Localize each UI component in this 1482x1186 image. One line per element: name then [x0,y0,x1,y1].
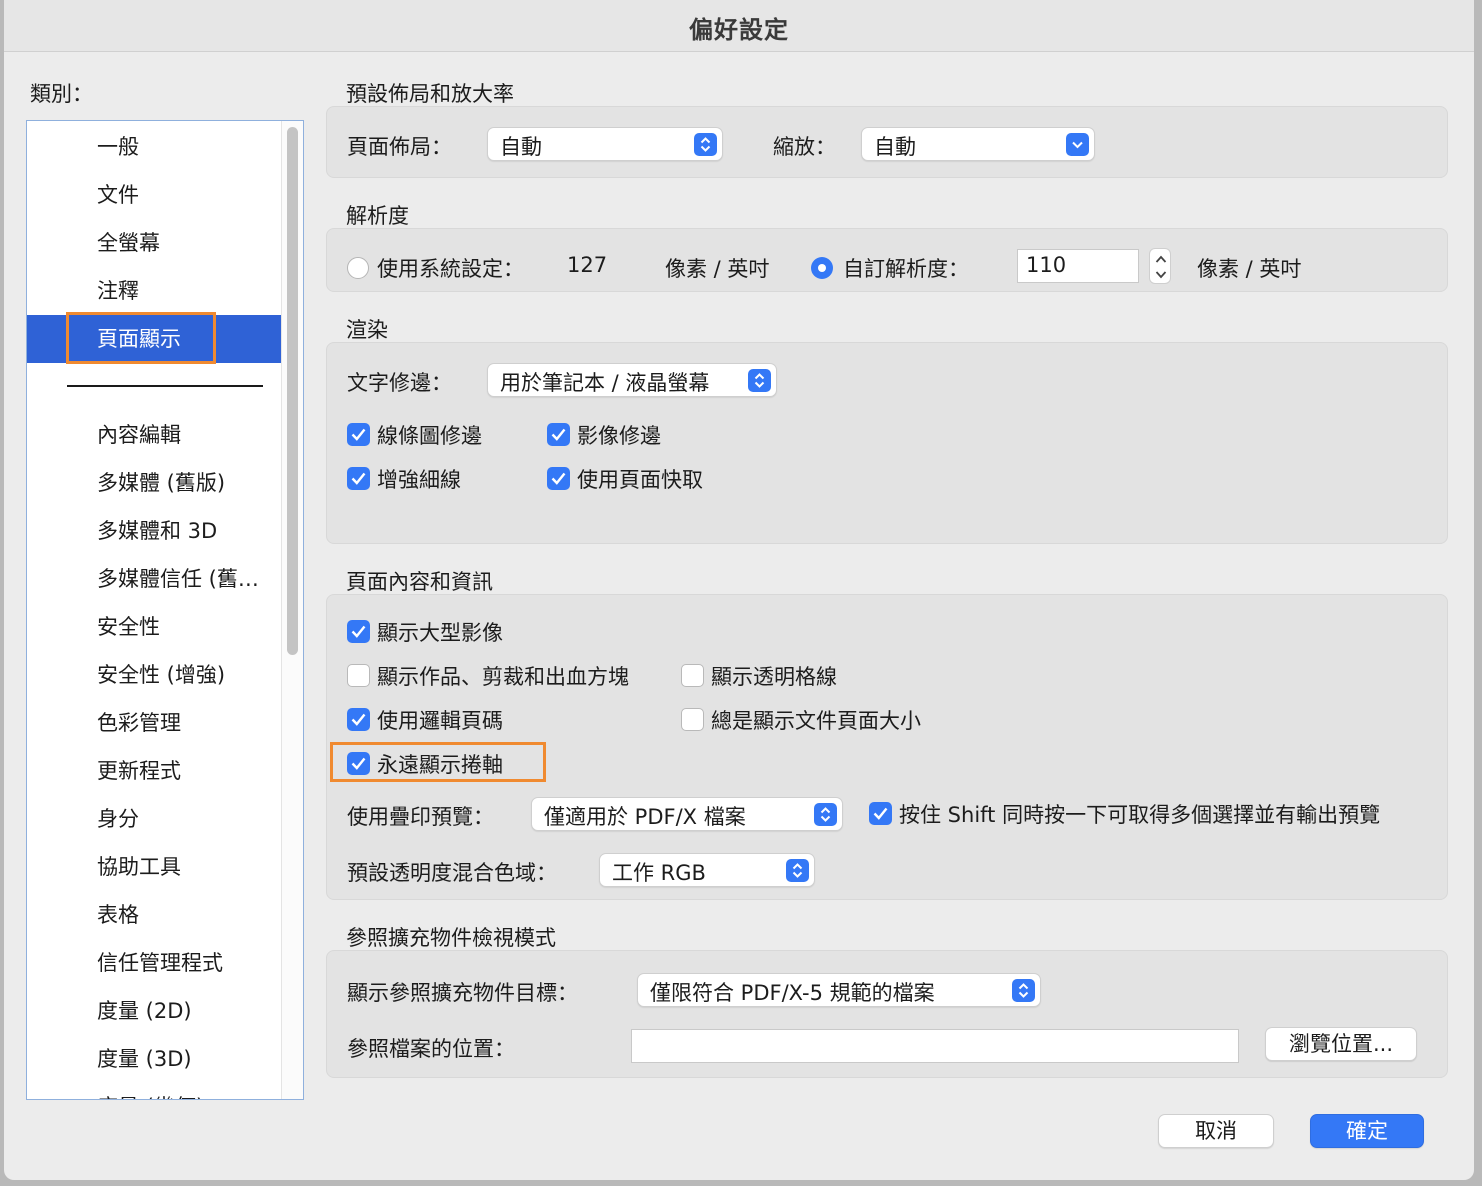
page-layout-popup[interactable]: 自動 [487,127,723,161]
category-item[interactable]: 多媒體 (舊版) [27,459,281,507]
show-transparency-grid-label: 顯示透明格線 [711,665,837,689]
updown-arrows-icon [1012,979,1035,1002]
category-item[interactable]: 身分 [27,795,281,843]
category-item[interactable]: 多媒體和 3D [27,507,281,555]
zoom-label: 縮放： [773,135,836,159]
resolution-stepper[interactable] [1149,248,1171,284]
section-title-layout: 預設佈局和放大率 [346,82,514,106]
show-large-images-label: 顯示大型影像 [377,621,503,645]
show-large-images-checkbox[interactable] [347,620,370,643]
transparency-blend-popup[interactable]: 工作 RGB [599,853,815,887]
group-resolution: 使用系統設定： 127 像素 / 英吋 自訂解析度： 110 像素 / 英吋 [326,228,1448,292]
category-item[interactable]: 更新程式 [27,747,281,795]
popup-value: 工作 RGB [612,861,706,885]
smooth-line-art-checkbox[interactable] [347,423,370,446]
categories-label: 類別： [30,82,93,106]
smooth-images-checkbox[interactable] [547,423,570,446]
system-resolution-radio[interactable] [347,257,369,279]
category-item[interactable]: 內容編輯 [27,411,281,459]
category-item[interactable]: 度量 (2D) [27,987,281,1035]
section-title-page-content: 頁面內容和資訊 [346,570,493,594]
always-show-page-size-label: 總是顯示文件頁面大小 [711,709,921,733]
category-divider [67,385,263,387]
system-resolution-unit: 像素 / 英吋 [665,257,770,281]
category-item[interactable]: 一般 [27,123,281,171]
overprint-preview-label: 使用疊印預覽： [347,805,494,829]
window-title: 偏好設定 [689,16,789,44]
custom-resolution-radio[interactable] [811,257,833,279]
show-transparency-grid-checkbox[interactable] [681,664,704,687]
category-item[interactable]: 全螢幕 [27,219,281,267]
system-resolution-label: 使用系統設定： [377,257,524,281]
popup-value: 僅適用於 PDF/X 檔案 [544,805,746,829]
updown-arrows-icon [814,803,837,826]
reference-location-label: 參照檔案的位置： [347,1037,515,1061]
popup-value: 僅限符合 PDF/X-5 規範的檔案 [650,981,935,1005]
always-show-page-size-checkbox[interactable] [681,708,704,731]
show-art-trim-bleed-label: 顯示作品、剪裁和出血方塊 [377,665,629,689]
updown-arrows-icon [786,859,809,882]
highlight-box-category [66,312,216,364]
smooth-images-label: 影像修邊 [577,424,661,448]
zoom-popup[interactable]: 自動 [861,127,1095,161]
cancel-button[interactable]: 取消 [1158,1114,1274,1148]
group-rendering: 文字修邊： 用於筆記本 / 液晶螢幕 線條圖修邊 影像修邊 增強細線 使用頁面快… [326,342,1448,544]
popup-value: 用於筆記本 / 液晶螢幕 [500,371,710,395]
category-item[interactable]: 色彩管理 [27,699,281,747]
category-item[interactable]: 表格 [27,891,281,939]
popup-value: 自動 [500,135,542,159]
enhance-thin-lines-checkbox[interactable] [347,467,370,490]
logical-page-numbers-checkbox[interactable] [347,708,370,731]
scrollbar-thumb[interactable] [287,127,298,655]
custom-resolution-input[interactable]: 110 [1017,249,1139,283]
updown-arrows-icon [748,369,771,392]
section-title-resolution: 解析度 [346,204,409,228]
custom-resolution-label: 自訂解析度： [843,257,969,281]
smooth-line-art-label: 線條圖修邊 [377,424,482,448]
category-list[interactable]: 一般 文件 全螢幕 注釋 頁面顯示 內容編輯 多媒體 (舊版) 多媒體和 3D … [26,120,304,1100]
smooth-text-label: 文字修邊： [347,371,452,395]
category-item[interactable]: 信任管理程式 [27,939,281,987]
section-title-rendering: 渲染 [346,318,388,342]
group-reference-xobjects: 顯示參照擴充物件目標： 僅限符合 PDF/X-5 規範的檔案 參照檔案的位置： … [326,950,1448,1078]
show-targets-popup[interactable]: 僅限符合 PDF/X-5 規範的檔案 [637,973,1041,1007]
category-item[interactable]: 安全性 [27,603,281,651]
reference-location-input[interactable] [631,1029,1239,1063]
section-title-reference-xobjects: 參照擴充物件檢視模式 [346,926,556,950]
category-item[interactable]: 度量 (幾何) [27,1083,281,1099]
category-item[interactable]: 注釋 [27,267,281,315]
category-item[interactable]: 度量 (3D) [27,1035,281,1083]
group-layout-zoom: 頁面佈局： 自動 縮放： 自動 [326,106,1448,178]
show-targets-label: 顯示參照擴充物件目標： [347,981,578,1005]
category-item[interactable]: 安全性 (增強) [27,651,281,699]
enhance-thin-lines-label: 增強細線 [377,468,461,492]
show-art-trim-bleed-checkbox[interactable] [347,664,370,687]
popup-value: 自動 [874,135,916,159]
shift-click-output-preview-checkbox[interactable] [869,802,892,825]
title-bar: 偏好設定 [4,0,1474,52]
category-scrollbar[interactable] [281,121,303,1099]
logical-page-numbers-label: 使用邏輯頁碼 [377,709,503,733]
page-cache-label: 使用頁面快取 [577,468,703,492]
smooth-text-popup[interactable]: 用於筆記本 / 液晶螢幕 [487,363,777,397]
page-layout-label: 頁面佈局： [347,135,452,159]
category-item[interactable]: 文件 [27,171,281,219]
category-item[interactable]: 協助工具 [27,843,281,891]
page-cache-checkbox[interactable] [547,467,570,490]
browse-location-button[interactable]: 瀏覽位置... [1265,1027,1417,1061]
category-item[interactable]: 多媒體信任 (舊… [27,555,281,603]
system-resolution-value: 127 [567,253,608,277]
updown-arrows-icon [694,133,717,156]
preferences-window: 偏好設定 類別： 一般 文件 全螢幕 注釋 頁面顯示 內容編輯 多媒體 (舊版)… [4,0,1474,1180]
custom-resolution-unit: 像素 / 英吋 [1197,257,1302,281]
highlight-box-option [330,742,546,782]
chevron-down-icon [1066,133,1089,156]
overprint-preview-popup[interactable]: 僅適用於 PDF/X 檔案 [531,797,843,831]
shift-click-output-preview-label: 按住 Shift 同時按一下可取得多個選擇並有輸出預覽 [899,803,1381,827]
transparency-blend-label: 預設透明度混合色域： [347,861,557,885]
ok-button[interactable]: 確定 [1310,1114,1424,1148]
